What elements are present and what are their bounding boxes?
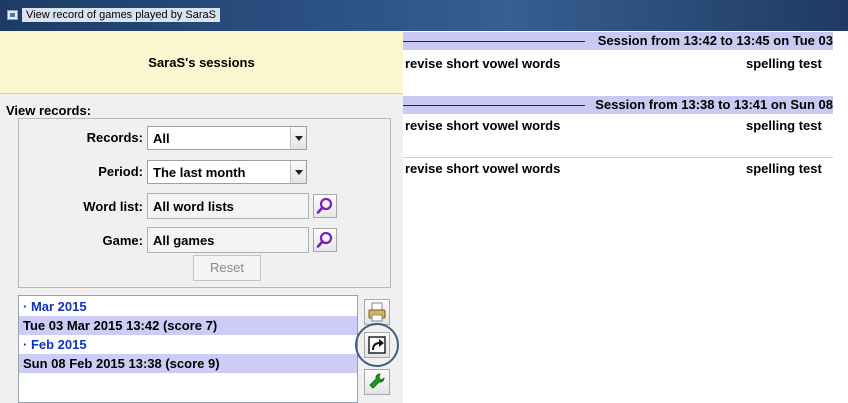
wordlist-search-button[interactable] <box>313 194 337 218</box>
game-row[interactable]: revise short vowel words spelling test <box>403 160 833 178</box>
header-rule <box>403 105 585 106</box>
highlight-ring <box>355 323 399 367</box>
game-type: spelling test <box>746 161 822 176</box>
list-month-header[interactable]: · Mar 2015 <box>19 297 357 316</box>
tools-button[interactable] <box>364 369 390 395</box>
list-item-session[interactable]: Tue 03 Mar 2015 13:42 (score 7) <box>19 316 357 335</box>
window-titlebar: View record of games played by SaraS <box>0 0 848 31</box>
game-row[interactable]: revise short vowel words spelling test <box>403 117 833 135</box>
records-dropdown[interactable]: All <box>147 126 307 150</box>
magnifier-icon <box>316 231 333 248</box>
wordlist-field[interactable]: All word lists <box>147 193 309 219</box>
wrench-icon <box>369 373 385 389</box>
session-header: Session from 13:38 to 13:41 on Sun 08 <box>403 96 833 114</box>
period-label: Period: <box>98 164 143 179</box>
session-header-text: Session from 13:38 to 13:41 on Sun 08 <box>595 97 833 112</box>
view-records-label: View records: <box>6 103 92 118</box>
session-header: Session from 13:42 to 13:45 on Tue 03 <box>403 32 833 50</box>
print-button[interactable] <box>364 299 390 325</box>
game-name: revise short vowel words <box>405 56 561 71</box>
period-dropdown[interactable]: The last month <box>147 160 307 184</box>
chevron-down-icon[interactable] <box>290 161 306 183</box>
chevron-down-icon[interactable] <box>290 127 306 149</box>
game-row[interactable]: revise short vowel words spelling test <box>403 55 833 73</box>
session-header-text: Session from 13:42 to 13:45 on Tue 03 <box>597 33 833 48</box>
reset-button[interactable]: Reset <box>193 255 261 281</box>
list-month-header[interactable]: · Feb 2015 <box>19 335 357 354</box>
window-title: View record of games played by SaraS <box>22 8 220 22</box>
records-value: All <box>153 131 170 146</box>
session-list[interactable]: · Mar 2015 Tue 03 Mar 2015 13:42 (score … <box>18 295 358 403</box>
wordlist-label: Word list: <box>83 199 143 214</box>
printer-icon <box>368 302 386 322</box>
game-type: spelling test <box>746 56 822 71</box>
records-label: Records: <box>86 130 143 145</box>
left-panel: SaraS's sessions View records: Records: … <box>0 31 403 403</box>
header-rule <box>403 41 585 42</box>
list-item-session[interactable]: Sun 08 Feb 2015 13:38 (score 9) <box>19 354 357 373</box>
filter-box: Records: All Period: The last month Word… <box>18 118 391 288</box>
sessions-banner: SaraS's sessions <box>0 31 403 94</box>
game-label: Game: <box>102 233 143 248</box>
row-separator <box>403 157 833 158</box>
session-details-panel: Session from 13:42 to 13:45 on Tue 03 re… <box>403 31 848 403</box>
game-field[interactable]: All games <box>147 227 309 253</box>
magnifier-icon <box>316 197 333 214</box>
period-value: The last month <box>153 165 246 180</box>
game-type: spelling test <box>746 118 822 133</box>
game-name: revise short vowel words <box>405 118 561 133</box>
game-search-button[interactable] <box>313 228 337 252</box>
game-name: revise short vowel words <box>405 161 561 176</box>
window-icon <box>7 10 18 20</box>
